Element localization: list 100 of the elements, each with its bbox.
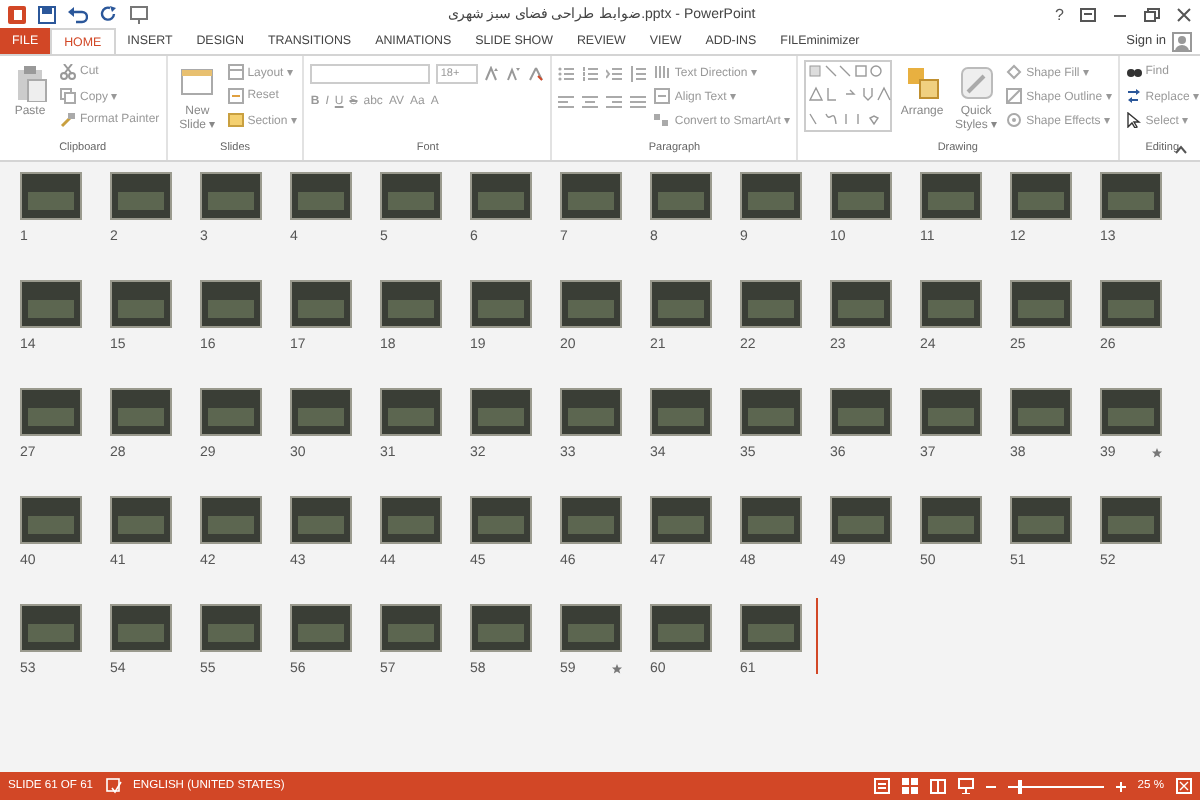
slide-thumbnail[interactable] — [110, 604, 172, 652]
slide-thumbnail[interactable] — [380, 496, 442, 544]
restore-icon[interactable] — [1144, 7, 1160, 21]
slide-thumbnail[interactable] — [1010, 280, 1072, 328]
slide-thumbnail[interactable] — [110, 388, 172, 436]
bullet-list-icon[interactable] — [558, 66, 577, 82]
slide-thumbnail[interactable] — [200, 280, 262, 328]
numbered-list-icon[interactable] — [582, 66, 601, 82]
slide-thumbnail[interactable] — [470, 172, 532, 220]
slide-thumbnail[interactable] — [380, 280, 442, 328]
slide-thumbnail[interactable] — [290, 604, 352, 652]
text-direction-icon — [654, 63, 671, 79]
font-name-field[interactable] — [310, 64, 431, 84]
slide-thumbnail[interactable] — [1010, 496, 1072, 544]
align-center-icon[interactable] — [582, 94, 601, 110]
smartart-icon — [654, 111, 671, 127]
slide-thumbnail[interactable] — [290, 280, 352, 328]
slide-thumbnail[interactable] — [560, 496, 622, 544]
fit-to-window-icon[interactable] — [1176, 778, 1192, 794]
slide-thumbnail[interactable] — [560, 604, 622, 652]
slide-thumbnail[interactable] — [470, 496, 532, 544]
slide-thumbnail[interactable] — [1010, 172, 1072, 220]
grow-font-icon[interactable] — [484, 66, 501, 82]
slide-thumbnail[interactable] — [830, 388, 892, 436]
ribbon-display-icon[interactable] — [1080, 7, 1096, 21]
reading-view-icon[interactable] — [929, 778, 946, 794]
slide-thumbnail[interactable] — [380, 388, 442, 436]
slide-thumbnail[interactable] — [110, 496, 172, 544]
slide-sorter-icon[interactable] — [901, 778, 918, 794]
line-spacing-icon[interactable] — [630, 66, 649, 82]
justify-icon[interactable] — [630, 94, 649, 110]
paintbrush-icon — [60, 111, 76, 127]
presentation-icon[interactable] — [130, 5, 148, 23]
close-icon[interactable] — [1176, 7, 1192, 21]
shape-effects-icon — [1006, 111, 1023, 127]
slide-thumbnail[interactable] — [20, 388, 82, 436]
slide-thumbnail[interactable] — [20, 280, 82, 328]
help-button[interactable]: ? — [1055, 5, 1064, 23]
slide-thumbnail[interactable] — [830, 172, 892, 220]
slide-thumbnail[interactable] — [650, 496, 712, 544]
slide-thumbnail[interactable] — [380, 172, 442, 220]
paint-bucket-icon — [1006, 63, 1023, 79]
zoom-out-icon[interactable] — [985, 781, 996, 791]
slide-thumbnail[interactable] — [650, 604, 712, 652]
save-icon[interactable] — [38, 5, 56, 23]
slide-thumbnail[interactable] — [20, 496, 82, 544]
slide-thumbnail[interactable] — [200, 172, 262, 220]
slide-thumbnail[interactable] — [560, 388, 622, 436]
slide-thumbnail[interactable] — [740, 388, 802, 436]
slide-thumbnail[interactable] — [110, 172, 172, 220]
app-logo-icon[interactable] — [8, 5, 26, 23]
indent-icon[interactable] — [606, 66, 625, 82]
slide-thumbnail[interactable] — [920, 172, 982, 220]
slide-thumbnail[interactable] — [740, 172, 802, 220]
slide-thumbnail[interactable] — [380, 604, 442, 652]
slide-thumbnail[interactable] — [560, 172, 622, 220]
slide-thumbnail[interactable] — [290, 172, 352, 220]
slide-thumbnail[interactable] — [650, 388, 712, 436]
shrink-font-icon[interactable] — [506, 66, 523, 82]
slide-thumbnail[interactable] — [920, 280, 982, 328]
slide-thumbnail[interactable] — [650, 280, 712, 328]
notes-icon[interactable] — [873, 778, 890, 794]
slide-thumbnail[interactable] — [1100, 388, 1162, 436]
slide-thumbnail[interactable] — [1100, 496, 1162, 544]
slide-thumbnail[interactable] — [470, 388, 532, 436]
spelling-check-icon[interactable] — [105, 778, 122, 794]
slide-thumbnail[interactable] — [920, 496, 982, 544]
slide-thumbnail[interactable] — [470, 604, 532, 652]
slide-thumbnail[interactable] — [1010, 388, 1072, 436]
shapes-gallery[interactable] — [804, 60, 893, 132]
slide-thumbnail[interactable] — [290, 388, 352, 436]
slide-thumbnail[interactable] — [830, 496, 892, 544]
reset-icon — [227, 87, 244, 103]
slide-thumbnail[interactable] — [1100, 172, 1162, 220]
slide-thumbnail[interactable] — [110, 280, 172, 328]
slide-thumbnail[interactable] — [200, 388, 262, 436]
redo-icon[interactable] — [100, 5, 118, 23]
slide-thumbnail[interactable] — [1100, 280, 1162, 328]
slide-thumbnail[interactable] — [560, 280, 622, 328]
slide-thumbnail[interactable] — [200, 496, 262, 544]
slide-thumbnail[interactable] — [290, 496, 352, 544]
slide-thumbnail[interactable] — [200, 604, 262, 652]
slide-thumbnail[interactable] — [470, 280, 532, 328]
align-left-icon[interactable] — [558, 94, 577, 110]
slide-thumbnail[interactable] — [650, 172, 712, 220]
stacked-squares-icon — [903, 64, 942, 102]
slide-thumbnail[interactable] — [740, 280, 802, 328]
clear-formatting-icon[interactable] — [528, 66, 545, 82]
undo-icon[interactable] — [68, 5, 88, 23]
slide-thumbnail[interactable] — [20, 172, 82, 220]
align-right-icon[interactable] — [606, 94, 625, 110]
zoom-in-icon[interactable] — [1115, 781, 1126, 791]
slide-thumbnail[interactable] — [740, 604, 802, 652]
slideshow-icon[interactable] — [957, 778, 974, 794]
cursor-arrow-icon — [1125, 111, 1142, 127]
slide-thumbnail[interactable] — [20, 604, 82, 652]
slide-thumbnail[interactable] — [740, 496, 802, 544]
slide-thumbnail[interactable] — [920, 388, 982, 436]
slide-thumbnail[interactable] — [830, 280, 892, 328]
replace-icon — [1125, 87, 1142, 103]
